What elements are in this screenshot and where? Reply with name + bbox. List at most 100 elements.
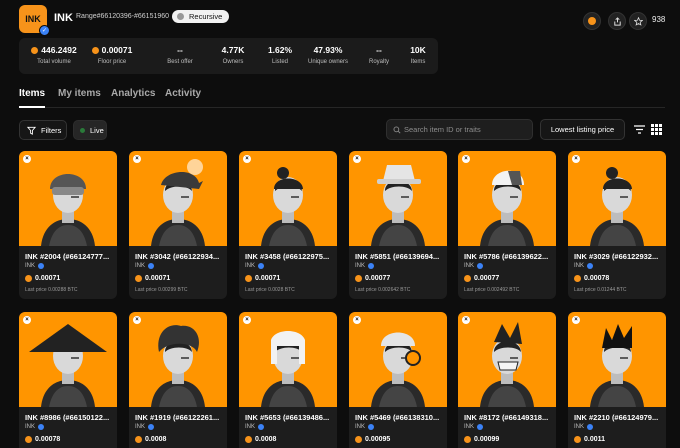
nft-card[interactable]: × INK #3029 (#66122932... INK 0.00078 Last p… <box>568 151 666 299</box>
live-toggle[interactable]: Live <box>73 120 107 140</box>
character-portrait-icon <box>480 322 534 407</box>
character-portrait-icon <box>29 324 107 407</box>
btc-icon <box>25 275 32 282</box>
character-portrait-icon <box>151 159 205 246</box>
nft-collection: INK <box>25 263 45 269</box>
nft-collection: INK <box>574 263 594 269</box>
verified-icon <box>477 263 484 269</box>
nft-image <box>129 151 227 246</box>
close-icon[interactable]: × <box>243 316 251 324</box>
close-icon[interactable]: × <box>462 155 470 163</box>
btc-icon <box>464 436 471 443</box>
btc-icon <box>25 436 32 443</box>
nft-card[interactable]: × INK #1919 (#66122261... INK 0.0008 <box>129 312 227 448</box>
btc-icon <box>245 436 252 443</box>
filters-button[interactable]: Filters <box>19 120 67 140</box>
nft-card[interactable]: × INK #8986 (#66150122... INK 0.00078 <box>19 312 117 448</box>
verified-icon <box>38 263 45 269</box>
btc-icon <box>574 436 581 443</box>
btc-icon <box>245 275 252 282</box>
sort-dropdown[interactable]: Lowest listing price <box>540 119 625 140</box>
stat-royalty: -- Royalty <box>368 45 389 65</box>
close-icon[interactable]: × <box>572 155 580 163</box>
nft-card[interactable]: × INK #2210 (#66124979... INK 0.0011 <box>568 312 666 448</box>
verified-icon <box>258 424 265 430</box>
close-icon[interactable]: × <box>23 316 31 324</box>
close-icon[interactable]: × <box>243 155 251 163</box>
close-icon[interactable]: × <box>133 316 141 324</box>
nft-last-price: Last price 0.002642 BTC <box>355 287 411 293</box>
nft-price: 0.00077 <box>355 275 390 282</box>
favorites-count: 938 <box>652 15 666 24</box>
nft-card[interactable]: × INK #5653 (#66139486... INK 0.0008 <box>239 312 337 448</box>
collection-logo: INK ✓ <box>19 5 50 36</box>
verified-icon <box>148 424 155 430</box>
nft-title: INK #5851 (#66139694... <box>355 252 440 261</box>
character-portrait-icon <box>371 165 425 246</box>
close-icon[interactable]: × <box>353 155 361 163</box>
filter-icon <box>27 126 36 135</box>
list-view-button[interactable] <box>632 121 646 137</box>
btc-icon <box>355 275 362 282</box>
btc-button[interactable] <box>583 12 601 30</box>
close-icon[interactable]: × <box>572 316 580 324</box>
verified-icon <box>587 263 594 269</box>
nft-title: INK #3458 (#66122975... <box>245 252 330 261</box>
share-button[interactable] <box>608 12 626 30</box>
nft-card[interactable]: × INK #2004 (#66124777... INK 0.00071 Last p… <box>19 151 117 299</box>
search-input[interactable]: Search item ID or traits <box>386 119 533 140</box>
star-icon <box>633 16 643 26</box>
nft-card[interactable]: × INK #5786 (#66139622... INK 0.00077 Last p… <box>458 151 556 299</box>
nft-price: 0.0008 <box>135 436 166 443</box>
btc-icon <box>31 46 39 54</box>
close-icon[interactable]: × <box>133 155 141 163</box>
tab-analytics[interactable]: Analytics <box>111 88 155 99</box>
btc-icon <box>135 436 142 443</box>
tab-items[interactable]: Items <box>19 88 46 108</box>
btc-icon <box>574 275 581 282</box>
tab-activity[interactable]: Activity <box>165 88 201 99</box>
nft-collection: INK <box>135 424 155 430</box>
verified-icon <box>258 263 265 269</box>
nft-card[interactable]: × INK #5469 (#66138310... INK 0.00095 <box>349 312 447 448</box>
nft-title: INK #5786 (#66139622... <box>464 252 549 261</box>
grid-view-button[interactable] <box>649 121 663 137</box>
nft-last-price: Last price 0.01244 BTC <box>574 287 627 293</box>
nft-title: INK #8986 (#66150122... <box>25 413 110 422</box>
verified-icon: ✓ <box>39 25 50 36</box>
nft-image <box>239 151 337 246</box>
nft-price: 0.00071 <box>245 275 280 282</box>
nft-collection: INK <box>135 263 155 269</box>
close-icon[interactable]: × <box>353 316 361 324</box>
nft-title: INK #5469 (#66138310... <box>355 413 440 422</box>
tab-my-items[interactable]: My items <box>58 88 101 99</box>
nft-title: INK #3042 (#66122934... <box>135 252 220 261</box>
character-portrait-icon <box>151 325 205 407</box>
nft-card[interactable]: × INK #5851 (#66139694... INK 0.00077 Last p… <box>349 151 447 299</box>
nft-title: INK #8172 (#66149318... <box>464 413 549 422</box>
character-portrait-icon <box>41 174 95 246</box>
close-icon[interactable]: × <box>462 316 470 324</box>
stat-best-offer: -- Best offer <box>167 45 193 65</box>
character-portrait-icon <box>371 332 425 407</box>
nft-image <box>458 312 556 407</box>
nft-image <box>568 151 666 246</box>
nft-collection: INK <box>25 424 45 430</box>
nft-last-price: Last price 0.002492 BTC <box>464 287 520 293</box>
nft-image <box>349 312 447 407</box>
nft-price: 0.00078 <box>25 436 60 443</box>
nft-card[interactable]: × INK #3458 (#66122975... INK 0.00071 Last p… <box>239 151 337 299</box>
nft-image <box>349 151 447 246</box>
verified-icon <box>38 424 45 430</box>
nft-price: 0.00071 <box>135 275 170 282</box>
nft-price: 0.00071 <box>25 275 60 282</box>
nft-last-price: Last price 0.00288 BTC <box>25 287 78 293</box>
nft-card[interactable]: × INK #3042 (#66122934... INK 0.00071 Last p… <box>129 151 227 299</box>
favorite-button[interactable] <box>629 12 647 30</box>
grid-view-icon <box>650 123 662 135</box>
nft-card[interactable]: × INK #8172 (#66149318... INK 0.00099 <box>458 312 556 448</box>
stat-floor-price: 0.00071 Floor price <box>87 45 137 65</box>
btc-icon <box>91 46 99 54</box>
nft-price: 0.00078 <box>574 275 609 282</box>
close-icon[interactable]: × <box>23 155 31 163</box>
